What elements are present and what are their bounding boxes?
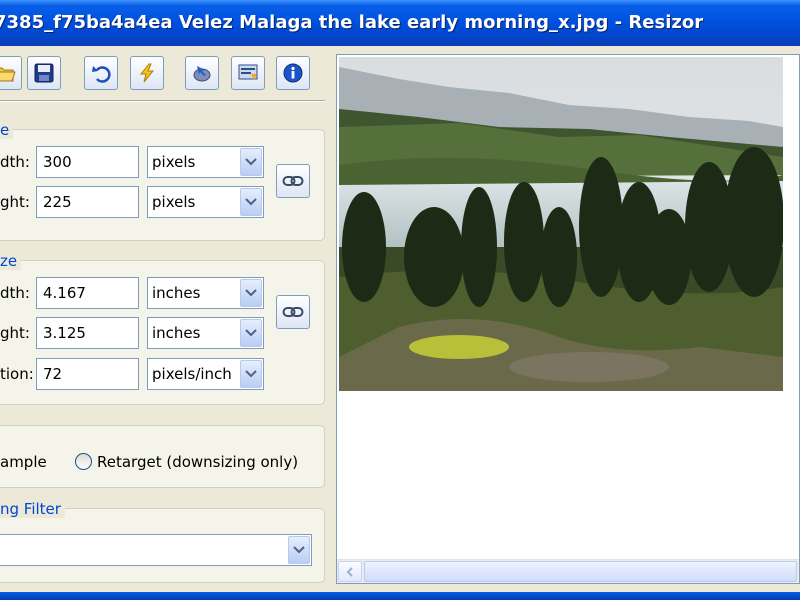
scroll-thumb[interactable]	[364, 561, 797, 582]
open-button[interactable]	[0, 56, 22, 90]
pixel-width-unit-value: pixels	[152, 153, 196, 171]
print-height-unit-value: inches	[152, 324, 201, 342]
window-title: 7385_f75ba4a4ea Velez Malaga the lake ea…	[0, 12, 704, 33]
resize-button[interactable]	[130, 56, 164, 90]
settings-icon	[238, 64, 258, 80]
undo-arrow-icon	[92, 66, 111, 83]
print-height-input[interactable]: 3.125	[36, 317, 139, 349]
batch-button[interactable]	[185, 56, 219, 90]
resolution-unit-value: pixels/inch	[152, 365, 232, 383]
preview-image	[339, 57, 783, 391]
floppy-disk-icon	[34, 63, 54, 83]
window-bottom-border	[0, 592, 800, 600]
pixel-link-toggle[interactable]	[276, 164, 310, 198]
horizontal-scrollbar[interactable]	[337, 559, 799, 583]
filter-legend: ng Filter	[0, 500, 65, 518]
save-button[interactable]	[27, 56, 61, 90]
filter-select[interactable]	[0, 534, 312, 566]
chevron-down-icon[interactable]	[240, 319, 262, 347]
print-height-unit-select[interactable]: inches	[147, 317, 264, 349]
toolbar	[0, 50, 325, 98]
chain-link-icon	[282, 176, 304, 186]
chain-link-icon	[282, 307, 304, 317]
print-width-unit-value: inches	[152, 284, 201, 302]
chevron-down-icon[interactable]	[240, 148, 262, 176]
resolution-input[interactable]: 72	[36, 358, 139, 390]
resolution-unit-select[interactable]: pixels/inch	[147, 358, 264, 390]
toolbar-separator	[0, 100, 325, 102]
chevron-down-icon[interactable]	[240, 188, 262, 216]
retarget-radio[interactable]	[75, 453, 92, 470]
print-size-legend: ze	[0, 252, 22, 270]
info-icon	[283, 63, 303, 83]
pixel-size-legend: e	[0, 121, 14, 139]
pixel-height-label: ght:	[0, 193, 30, 211]
pixel-width-unit-select[interactable]: pixels	[147, 146, 264, 178]
print-width-input[interactable]: 4.167	[36, 277, 139, 309]
chevron-left-icon	[346, 566, 353, 577]
resolution-label: tion:	[0, 365, 34, 383]
retarget-label[interactable]: Retarget (downsizing only)	[97, 452, 298, 472]
print-link-toggle[interactable]	[276, 295, 310, 329]
folder-open-icon	[0, 67, 16, 82]
resample-label[interactable]: ample	[0, 452, 47, 472]
pixel-height-unit-select[interactable]: pixels	[147, 186, 264, 218]
pixel-width-label: dth:	[0, 153, 30, 171]
print-height-label: ght:	[0, 324, 30, 342]
chevron-down-icon[interactable]	[288, 536, 310, 564]
pixel-width-input[interactable]: 300	[36, 146, 139, 178]
pixel-height-unit-value: pixels	[152, 193, 196, 211]
undo-button[interactable]	[84, 56, 118, 90]
print-width-label: dth:	[0, 284, 30, 302]
scroll-left-button[interactable]	[338, 561, 362, 582]
chevron-down-icon[interactable]	[240, 279, 262, 307]
image-preview-pane[interactable]	[336, 54, 800, 584]
print-width-unit-select[interactable]: inches	[147, 277, 264, 309]
settings-button[interactable]	[231, 56, 265, 90]
disk-arrow-icon	[193, 66, 211, 82]
chevron-down-icon[interactable]	[240, 360, 262, 388]
pixel-height-input[interactable]: 225	[36, 186, 139, 218]
about-button[interactable]	[276, 56, 310, 90]
lightning-icon	[139, 63, 155, 83]
title-bar[interactable]: 7385_f75ba4a4ea Velez Malaga the lake ea…	[0, 0, 800, 46]
